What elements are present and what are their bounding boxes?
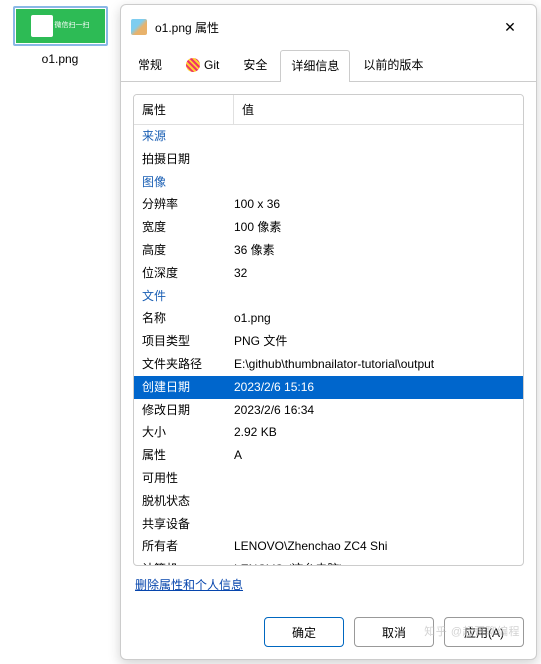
row-width[interactable]: 宽度100 像素: [134, 216, 523, 239]
tab-general[interactable]: 常规: [127, 49, 173, 81]
cancel-button[interactable]: 取消: [354, 617, 434, 647]
row-attributes[interactable]: 属性A: [134, 444, 523, 467]
image-file-icon: [131, 19, 147, 35]
section-origin: 来源: [134, 125, 523, 148]
row-date-taken[interactable]: 拍摄日期: [134, 148, 523, 171]
row-folder-path[interactable]: 文件夹路径E:\github\thumbnailator-tutorial\ou…: [134, 353, 523, 376]
row-item-type[interactable]: 项目类型PNG 文件: [134, 330, 523, 353]
row-availability[interactable]: 可用性: [134, 467, 523, 490]
git-icon: [186, 58, 200, 72]
row-date-created[interactable]: 创建日期2023/2/6 15:16: [134, 376, 523, 399]
thumb-inner-text: 微信扫一扫: [55, 22, 90, 30]
row-size[interactable]: 大小2.92 KB: [134, 421, 523, 444]
row-shared-with[interactable]: 共享设备: [134, 513, 523, 536]
tab-previous-versions[interactable]: 以前的版本: [352, 49, 434, 81]
file-thumbnail[interactable]: 微信扫一扫: [13, 6, 108, 46]
column-header-property[interactable]: 属性: [134, 95, 234, 124]
dialog-footer: 确定 取消 应用(A) 知乎 @超哥聊编程: [121, 605, 536, 659]
column-header-value[interactable]: 值: [234, 95, 523, 124]
row-owner[interactable]: 所有者LENOVO\Zhenchao ZC4 Shi: [134, 535, 523, 558]
section-file: 文件: [134, 285, 523, 308]
row-date-modified[interactable]: 修改日期2023/2/6 16:34: [134, 399, 523, 422]
apply-button[interactable]: 应用(A): [444, 617, 524, 647]
section-image: 图像: [134, 171, 523, 194]
titlebar: o1.png 属性 ✕: [121, 5, 536, 49]
row-name[interactable]: 名称o1.png: [134, 307, 523, 330]
tab-strip: 常规 Git 安全 详细信息 以前的版本: [121, 49, 536, 82]
grid-header: 属性 值: [134, 95, 523, 125]
details-grid[interactable]: 属性 值 来源 拍摄日期 图像 分辨率100 x 36 宽度100 像素 高度3…: [133, 94, 524, 566]
tab-git-label: Git: [204, 58, 219, 72]
row-resolution[interactable]: 分辨率100 x 36: [134, 193, 523, 216]
qr-icon: [31, 15, 53, 37]
tab-git[interactable]: Git: [175, 51, 230, 80]
row-height[interactable]: 高度36 像素: [134, 239, 523, 262]
file-thumbnail-label: o1.png: [6, 52, 114, 66]
remove-properties-link[interactable]: 删除属性和个人信息: [135, 578, 243, 592]
tab-security[interactable]: 安全: [232, 49, 278, 81]
window-title: o1.png 属性: [155, 19, 484, 36]
close-button[interactable]: ✕: [492, 13, 528, 41]
properties-dialog: o1.png 属性 ✕ 常规 Git 安全 详细信息 以前的版本 属性 值 来源…: [120, 4, 537, 660]
tab-details[interactable]: 详细信息: [280, 50, 350, 82]
ok-button[interactable]: 确定: [264, 617, 344, 647]
row-offline-status[interactable]: 脱机状态: [134, 490, 523, 513]
row-computer[interactable]: 计算机LENOVO (这台电脑): [134, 558, 523, 565]
file-list-sidebar: 微信扫一扫 o1.png: [0, 0, 120, 664]
row-bit-depth[interactable]: 位深度32: [134, 262, 523, 285]
